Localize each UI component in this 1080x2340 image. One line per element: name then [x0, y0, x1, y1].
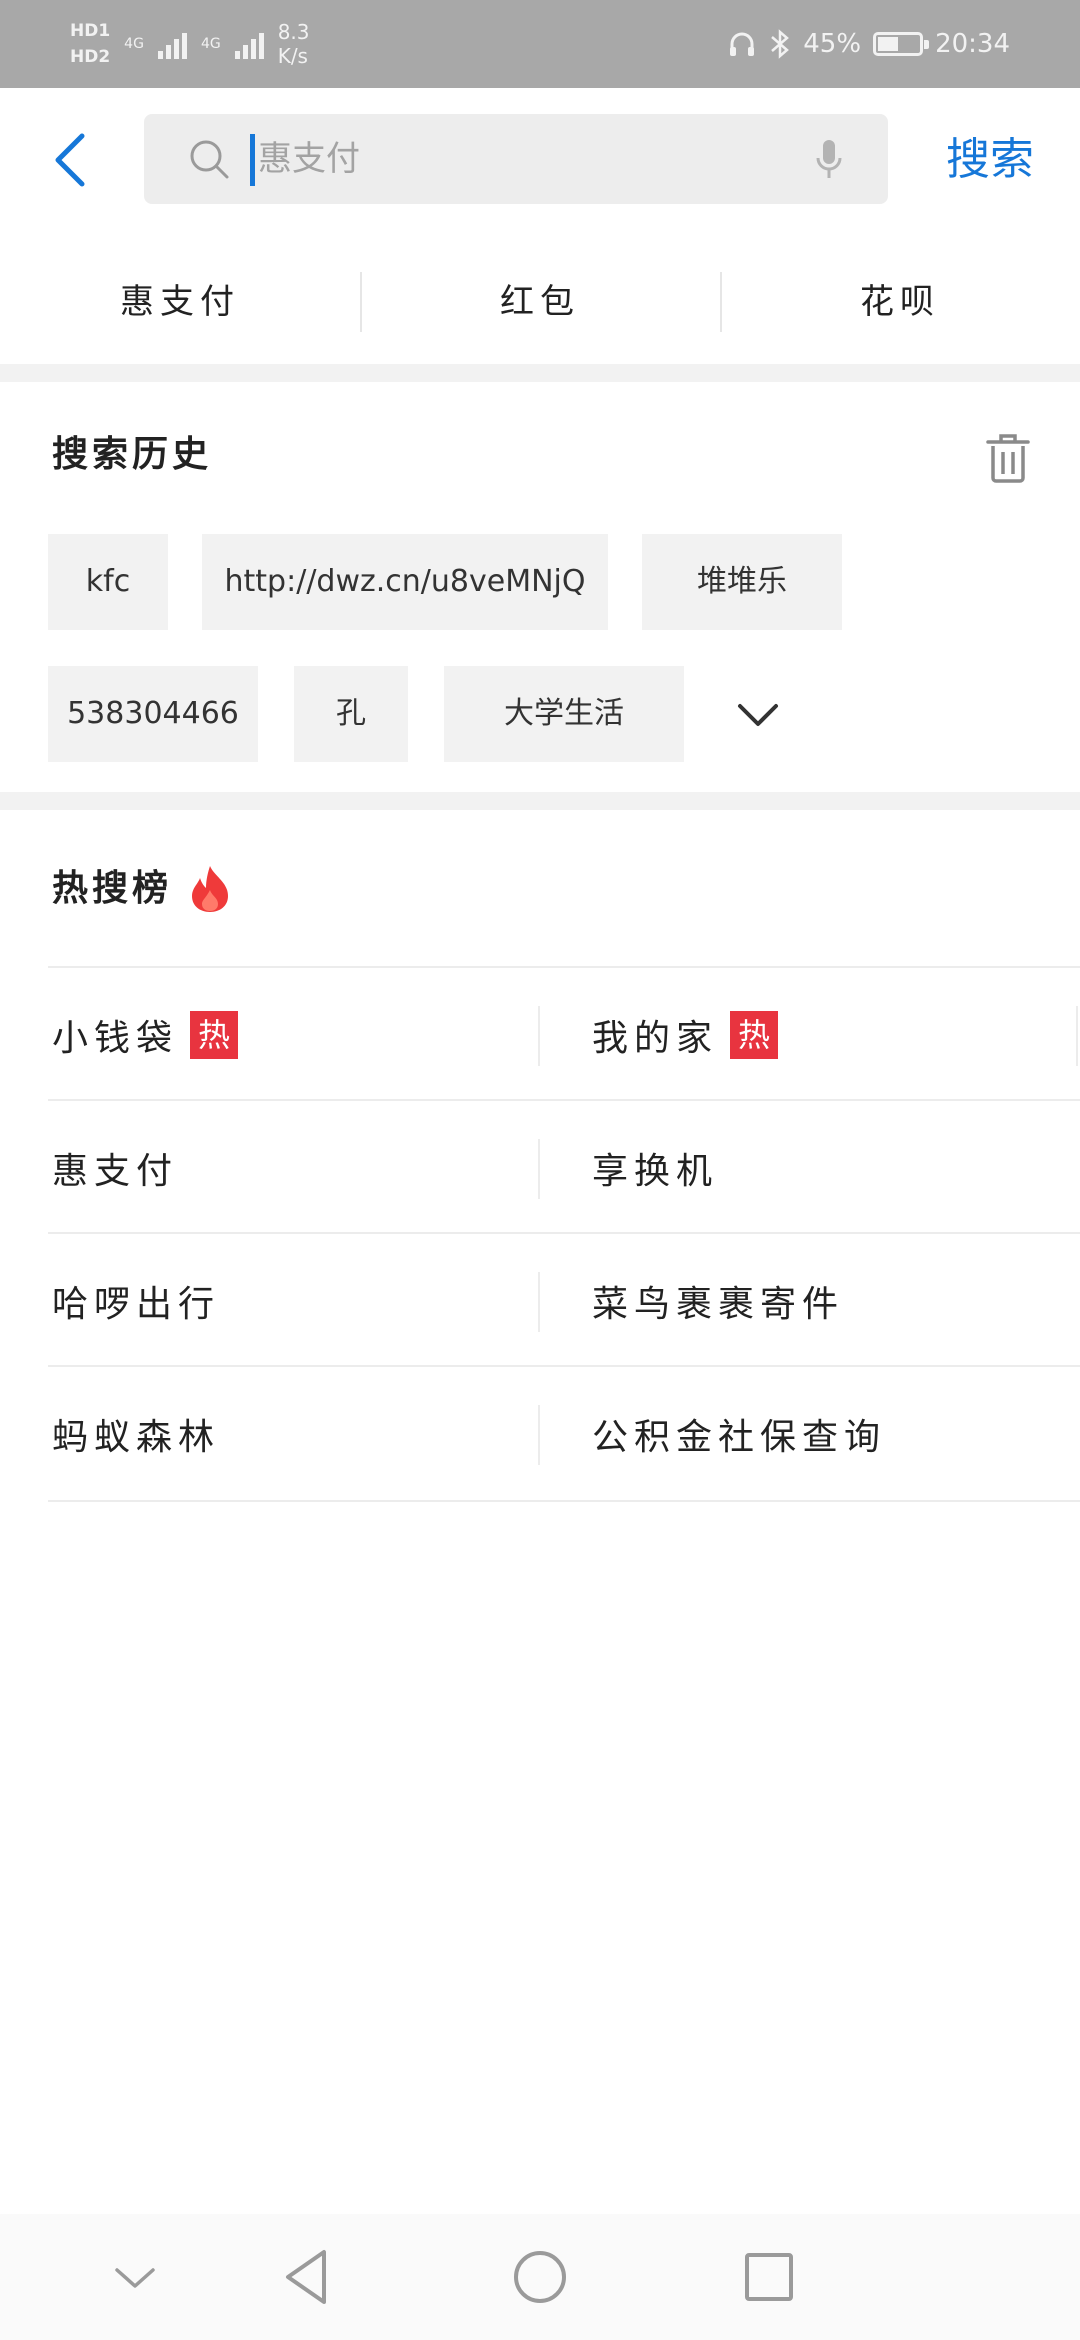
back-arrow-icon[interactable]	[44, 128, 104, 192]
quick-tab-huabei[interactable]: 花呗	[720, 240, 1080, 364]
battery-icon	[873, 32, 930, 56]
history-title: 搜索历史	[52, 434, 213, 475]
column-divider	[538, 1006, 540, 1066]
status-left: HD1 HD2 4G 4G 8.3 K/s	[70, 14, 310, 74]
status-bar: HD1 HD2 4G 4G 8.3 K/s 45% 20:34	[0, 0, 1080, 88]
hot-item-label: 哈啰出行	[52, 1283, 221, 1325]
network-type-2: 4G	[200, 36, 221, 52]
microphone-icon[interactable]	[816, 138, 842, 182]
hot-row: 蚂蚁森林 公积金社保查询	[48, 1365, 1080, 1502]
hot-item[interactable]: 哈啰出行	[52, 1234, 532, 1367]
hot-item[interactable]: 小钱袋 热	[52, 968, 532, 1101]
column-divider	[538, 1139, 540, 1199]
hot-badge: 热	[730, 1010, 779, 1059]
hot-item[interactable]: 蚂蚁森林	[52, 1367, 532, 1500]
fire-icon	[192, 866, 228, 912]
history-chip[interactable]: 孔	[294, 666, 408, 762]
quick-tab-huizhifu[interactable]: 惠支付	[0, 240, 360, 364]
bluetooth-icon	[771, 29, 790, 59]
quick-suggestions: 惠支付 红包 花呗	[0, 240, 1080, 364]
hot-item[interactable]: 我的家 热	[592, 968, 1072, 1101]
history-chip[interactable]: kfc	[48, 534, 168, 630]
search-input[interactable]	[258, 114, 778, 204]
hot-row: 惠支付 享换机	[48, 1099, 1080, 1234]
nav-home-circle-icon[interactable]	[505, 2244, 575, 2310]
battery-percent: 45%	[803, 29, 862, 59]
status-right: 45% 20:34	[727, 20, 1010, 68]
text-cursor	[250, 134, 255, 186]
quick-tab-hongbao[interactable]: 红包	[360, 240, 720, 364]
hot-list-title: 热搜榜	[52, 868, 173, 909]
headphones-icon	[730, 32, 755, 56]
hot-item-label: 享换机	[592, 1150, 719, 1192]
search-button[interactable]: 搜索	[920, 128, 1060, 192]
hot-item-label: 我的家	[592, 1017, 719, 1059]
hot-item-label: 公积金社保查询	[592, 1416, 887, 1458]
hot-item[interactable]: 享换机	[592, 1101, 1072, 1234]
history-chip[interactable]: http://dwz.cn/u8veMNjQ	[202, 534, 608, 630]
hd1-indicator: HD1	[70, 21, 111, 41]
hot-item-label: 菜鸟裹裹寄件	[592, 1283, 845, 1325]
network-speed: 8.3 K/s	[278, 20, 310, 68]
hot-row: 小钱袋 热 我的家 热	[48, 966, 1080, 1101]
hd-indicators: HD1 HD2	[70, 21, 110, 67]
history-chip[interactable]: 大学生活	[444, 666, 684, 762]
section-divider	[0, 792, 1080, 810]
hot-item[interactable]: 惠支付	[52, 1101, 532, 1234]
signal-icon	[234, 29, 264, 59]
network-type-1: 4G	[124, 36, 144, 52]
chevron-down-icon[interactable]	[734, 696, 782, 736]
column-divider	[538, 1405, 540, 1465]
hot-badge: 热	[190, 1010, 239, 1059]
search-icon	[190, 140, 229, 179]
hot-row: 哈啰出行 菜鸟裹裹寄件	[48, 1232, 1080, 1367]
speed-value: 8.3	[277, 20, 310, 44]
column-divider	[538, 1272, 540, 1332]
nav-recents-square-icon[interactable]	[734, 2244, 804, 2310]
system-nav-bar	[0, 2214, 1080, 2340]
speed-unit: K/s	[277, 44, 308, 68]
column-divider	[1076, 1006, 1078, 1066]
hot-item-label: 蚂蚁森林	[52, 1416, 221, 1458]
search-box[interactable]	[144, 114, 888, 204]
search-header: 搜索	[0, 88, 1080, 228]
trash-icon[interactable]	[984, 432, 1032, 484]
nav-collapse-chevron-down-icon[interactable]	[100, 2244, 170, 2310]
nav-back-triangle-icon[interactable]	[274, 2244, 344, 2310]
clock: 20:34	[935, 29, 1010, 59]
history-chip[interactable]: 堆堆乐	[642, 534, 842, 630]
hot-item[interactable]: 公积金社保查询	[592, 1367, 1072, 1500]
hot-item-label: 惠支付	[52, 1150, 179, 1192]
hot-item[interactable]: 菜鸟裹裹寄件	[592, 1234, 1072, 1367]
hd2-indicator: HD2	[70, 47, 111, 67]
signal-icon	[157, 29, 187, 59]
section-divider	[0, 364, 1080, 382]
hot-item-label: 小钱袋	[52, 1017, 179, 1059]
history-chip[interactable]: 538304466	[48, 666, 258, 762]
